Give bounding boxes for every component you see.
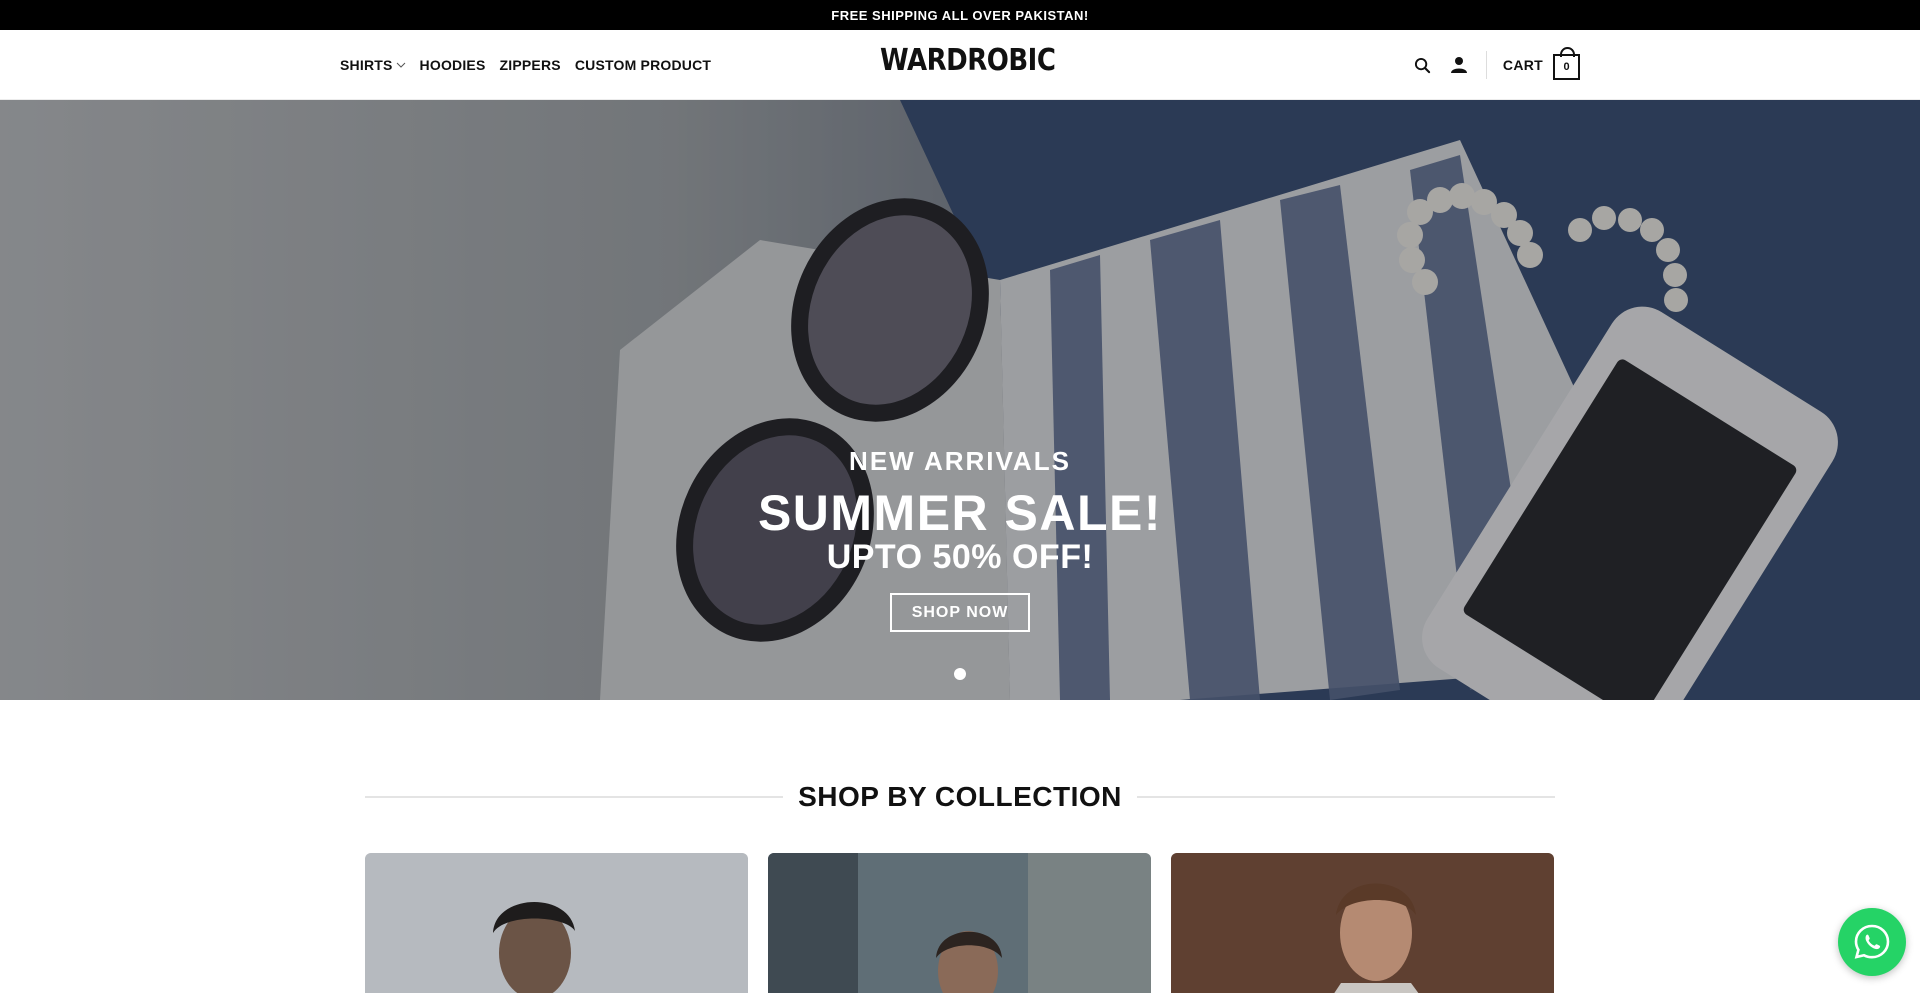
collection-grid <box>365 853 1555 993</box>
whatsapp-button[interactable] <box>1838 908 1906 976</box>
hero-banner: NEW ARRIVALS SUMMER SALE! UPTO 50% OFF! … <box>0 100 1920 700</box>
site-logo[interactable]: WARDROBIC <box>880 44 1056 81</box>
nav-item-hoodies[interactable]: HOODIES <box>420 57 486 73</box>
section-title: SHOP BY COLLECTION <box>798 781 1122 812</box>
hero-offer: UPTO 50% OFF! <box>826 538 1094 576</box>
chevron-down-icon <box>396 62 405 68</box>
hero-subtitle: NEW ARRIVALS <box>849 446 1071 476</box>
announcement-bar: FREE SHIPPING ALL OVER PAKISTAN! <box>0 0 1920 30</box>
section-divider-right <box>1136 796 1555 798</box>
header-divider <box>1485 51 1487 79</box>
search-icon[interactable] <box>1412 54 1434 76</box>
nav-item-shirts[interactable]: SHIRTS <box>340 57 406 73</box>
main-nav: SHIRTS HOODIES ZIPPERS CUSTOM PRODUCT <box>340 30 711 100</box>
whatsapp-icon <box>1854 924 1890 959</box>
slider-dot-active[interactable] <box>954 668 966 680</box>
announcement-text: FREE SHIPPING ALL OVER PAKISTAN! <box>831 7 1089 23</box>
collection-card-3[interactable] <box>1171 853 1554 993</box>
collection-image-3 <box>1171 853 1554 993</box>
shop-now-button[interactable]: SHOP NOW <box>890 593 1030 632</box>
site-header: SHIRTS HOODIES ZIPPERS CUSTOM PRODUCT WA… <box>0 30 1920 100</box>
nav-item-zippers[interactable]: ZIPPERS <box>500 57 561 73</box>
collection-image-2 <box>768 853 1151 993</box>
account-icon[interactable] <box>1448 54 1470 76</box>
cart-button[interactable]: CART 0 <box>1502 47 1580 80</box>
nav-item-custom-product[interactable]: CUSTOM PRODUCT <box>575 57 711 73</box>
nav-label-zippers: ZIPPERS <box>499 57 561 73</box>
nav-label-custom-product: CUSTOM PRODUCT <box>574 57 712 73</box>
collection-card-1[interactable] <box>365 853 748 993</box>
nav-label-shirts: SHIRTS <box>340 57 393 73</box>
hero-title: SUMMER SALE! <box>757 485 1163 541</box>
header-actions: CART 0 <box>1412 30 1580 100</box>
collection-section-header: SHOP BY COLLECTION <box>365 775 1555 819</box>
nav-label-hoodies: HOODIES <box>419 57 486 73</box>
section-divider-left <box>365 796 784 798</box>
collection-image-1 <box>365 853 748 993</box>
collection-card-2[interactable] <box>768 853 1151 993</box>
cart-count-badge: 0 <box>1553 47 1580 80</box>
cart-label: CART <box>1502 57 1543 73</box>
